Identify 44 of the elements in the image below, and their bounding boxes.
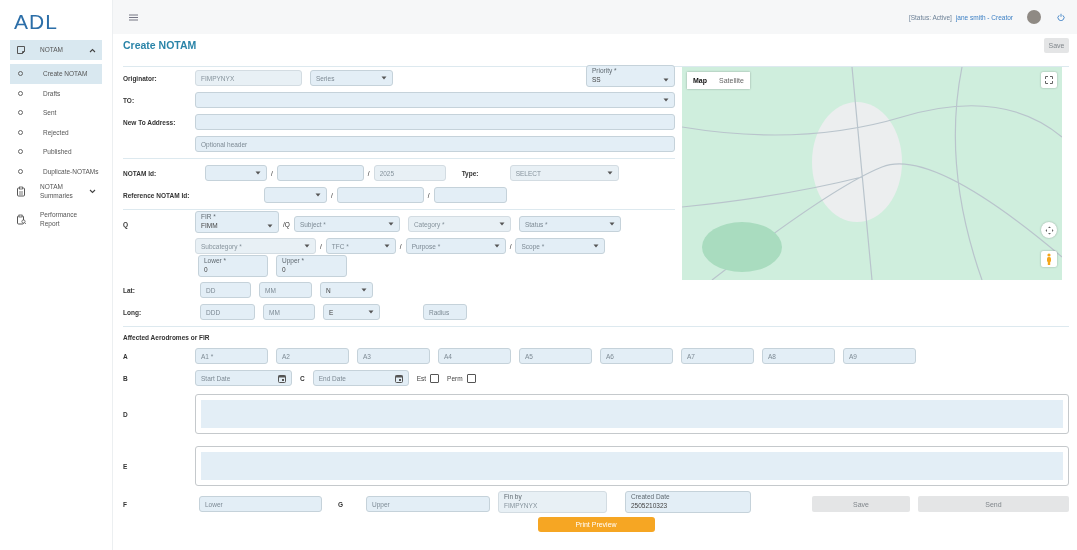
checkbox[interactable] xyxy=(466,373,476,383)
caret-icon xyxy=(606,171,613,175)
caret-icon xyxy=(608,222,615,226)
pan-icon xyxy=(1044,225,1054,235)
caret-icon xyxy=(493,244,500,248)
caret-icon xyxy=(368,310,374,314)
menu-icon xyxy=(129,13,138,21)
clipboard-icon xyxy=(16,185,26,197)
caret-icon xyxy=(304,244,310,248)
select-field[interactable] xyxy=(195,92,675,108)
caret-icon xyxy=(593,244,600,248)
caret-icon xyxy=(315,193,321,197)
note-icon xyxy=(16,44,26,56)
text-area[interactable] xyxy=(195,446,1069,486)
caret-icon xyxy=(267,223,273,228)
caret-icon xyxy=(498,222,505,226)
input-field[interactable] xyxy=(195,114,675,130)
input-field[interactable] xyxy=(276,165,364,181)
select-field[interactable] xyxy=(264,187,327,203)
logo: ADL xyxy=(14,10,58,34)
page-title: Create NOTAM xyxy=(123,39,197,51)
caret-icon xyxy=(381,76,387,80)
calendar-icon xyxy=(278,373,286,383)
caret-icon xyxy=(387,222,394,226)
fullscreen-icon xyxy=(1045,76,1053,84)
input-field[interactable] xyxy=(433,187,507,203)
text-area[interactable] xyxy=(195,394,1069,434)
caret-icon xyxy=(361,288,367,292)
avatar[interactable] xyxy=(1027,10,1041,24)
caret-icon xyxy=(663,98,669,102)
select-field[interactable] xyxy=(205,165,267,181)
clipboard-search-icon xyxy=(16,213,26,225)
caret-icon xyxy=(663,77,669,82)
pegman-button[interactable] xyxy=(1041,251,1057,267)
power-icon xyxy=(1057,13,1065,21)
caret-icon xyxy=(255,171,261,175)
chevron-up-icon xyxy=(89,47,96,53)
checkbox[interactable] xyxy=(430,373,440,383)
person-icon xyxy=(1046,253,1052,265)
input-field[interactable] xyxy=(336,187,424,203)
caret-icon xyxy=(383,244,390,248)
calendar-icon xyxy=(394,373,403,383)
fullscreen-button[interactable] xyxy=(1041,72,1057,88)
chevron-down-icon xyxy=(89,188,96,194)
